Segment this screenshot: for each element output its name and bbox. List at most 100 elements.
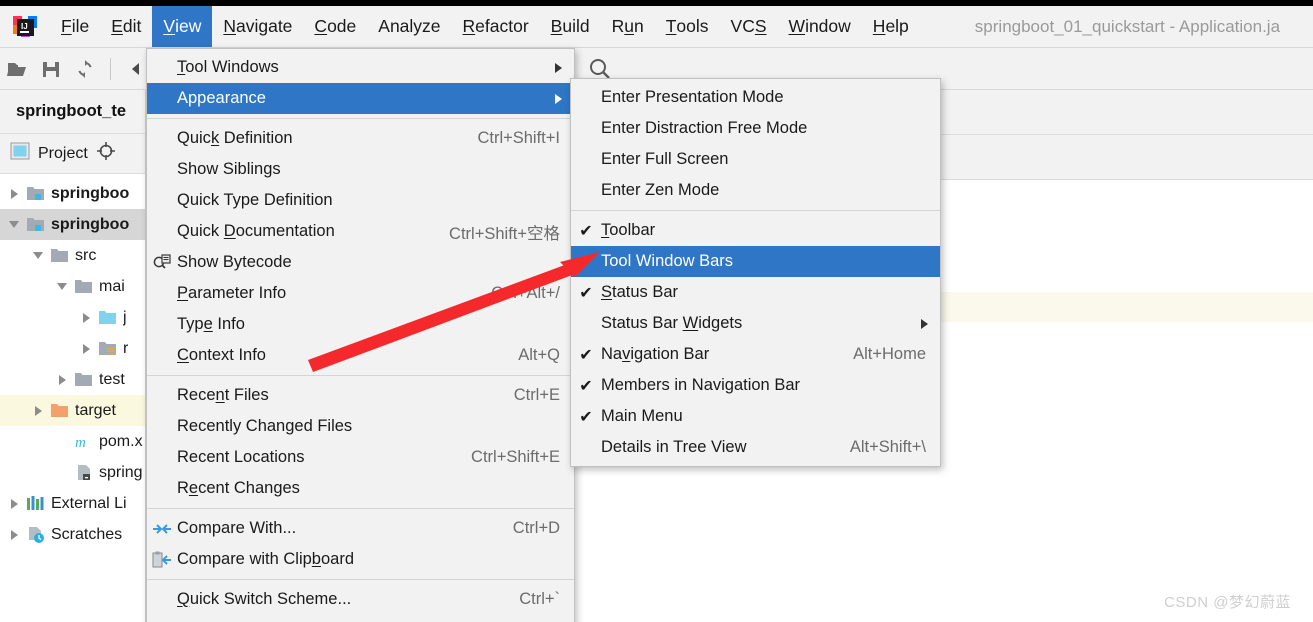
main-menu-bar: IJ File Edit View Navigate Code Analyze Refact… (0, 6, 1313, 48)
save-all-icon[interactable] (34, 54, 68, 84)
menu-bar-navigate[interactable]: Navigate (212, 6, 303, 47)
menu-item-label: Quick Definition (177, 129, 293, 147)
chevron-right-icon[interactable] (4, 529, 24, 540)
svg-text:IJ: IJ (21, 22, 28, 31)
menu-item-details-in-tree-view[interactable]: Details in Tree View Alt+Shift+\ (571, 432, 940, 463)
menu-bar-tools[interactable]: Tools (655, 6, 720, 47)
tree-node-springboo[interactable]: springboo (0, 209, 145, 240)
menu-bar-view[interactable]: View (152, 6, 213, 47)
menu-item-enter-zen-mode[interactable]: Enter Zen Mode (571, 175, 940, 206)
menu-bar-vcs[interactable]: VC S (720, 6, 778, 47)
menu-item-active-editor[interactable]: Active Editor (147, 615, 574, 622)
tree-node-label: mai (99, 277, 125, 295)
menu-item-label: Enter Presentation Mode (601, 88, 784, 106)
chevron-right-icon[interactable] (28, 405, 48, 416)
menu-bar-run[interactable]: Run (601, 6, 655, 47)
menu-item-quick-documentation[interactable]: Quick Documentation Ctrl+Shift+空格 (147, 216, 574, 247)
open-folder-icon[interactable] (0, 54, 34, 84)
tree-node-external-li[interactable]: External Li (0, 488, 145, 519)
tree-node-target[interactable]: target (0, 395, 145, 426)
chevron-right-icon[interactable] (76, 312, 96, 323)
menu-item-label: Recent Locations (177, 448, 305, 466)
menu-item-label: Main Menu (601, 407, 683, 425)
tree-node-springb[interactable]: springb (0, 457, 145, 488)
menu-item-compare-with-clipboard[interactable]: Compare with Clipboard (147, 544, 574, 575)
scroll-from-source-icon[interactable] (96, 141, 116, 166)
menu-item-label: Context Info (177, 346, 266, 364)
menu-item-show-bytecode[interactable]: Show Bytecode (147, 247, 574, 278)
tree-node-test[interactable]: test (0, 364, 145, 395)
menu-separator (147, 579, 574, 580)
menu-item-navigation-bar[interactable]: ✔ Navigation Bar Alt+Home (571, 339, 940, 370)
menu-bar-edit[interactable]: Edit (100, 6, 152, 47)
project-tree: springboo springboo src mai j r test target m pom… (0, 174, 145, 622)
menu-item-enter-distraction-free-mode[interactable]: Enter Distraction Free Mode (571, 113, 940, 144)
tree-node-j[interactable]: j (0, 302, 145, 333)
menu-item-quick-definition[interactable]: Quick Definition Ctrl+Shift+I (147, 123, 574, 154)
chevron-down-icon[interactable] (52, 283, 72, 290)
menu-item-quick-type-definition[interactable]: Quick Type Definition (147, 185, 574, 216)
menu-item-label: Compare With... (177, 519, 297, 537)
tree-node-src[interactable]: src (0, 240, 145, 271)
menu-item-context-info[interactable]: Context Info Alt+Q (147, 340, 574, 371)
sync-refresh-icon[interactable] (68, 54, 102, 84)
menu-item-recent-files[interactable]: Recent Files Ctrl+E (147, 380, 574, 411)
module-folder-icon (24, 185, 46, 202)
menu-item-shortcut: Ctrl+Shift+空格 (449, 224, 560, 243)
chevron-down-icon[interactable] (28, 252, 48, 259)
svg-text:m: m (75, 435, 86, 450)
menu-item-parameter-info[interactable]: Parameter Info Ctrl+Alt+/ (147, 278, 574, 309)
menu-item-label: Quick Switch Scheme... (177, 590, 352, 608)
tree-node-pom-xm[interactable]: m pom.xm (0, 426, 145, 457)
watermark-text: CSDN @梦幻蔚蓝 (1164, 594, 1291, 611)
menu-item-appearance[interactable]: Appearance (147, 83, 574, 114)
intellij-idea-window: IJ File Edit View Navigate Code Analyze Refact… (0, 0, 1313, 622)
project-panel-header: springboot_te (0, 90, 145, 134)
scratches-icon (24, 526, 46, 543)
menu-item-shortcut: Ctrl+E (513, 386, 560, 404)
chevron-right-icon[interactable] (52, 374, 72, 385)
tree-node-mai[interactable]: mai (0, 271, 145, 302)
menu-item-recent-locations[interactable]: Recent Locations Ctrl+Shift+E (147, 442, 574, 473)
tree-node-r[interactable]: r (0, 333, 145, 364)
menu-item-compare-with[interactable]: Compare With... Ctrl+D (147, 513, 574, 544)
checkmark-icon: ✔ (579, 346, 593, 364)
menu-bar-window[interactable]: Window (778, 6, 862, 47)
menu-item-quick-switch-scheme[interactable]: Quick Switch Scheme... Ctrl+` (147, 584, 574, 615)
menu-bar-code[interactable]: Code (303, 6, 367, 47)
menu-item-label: Enter Distraction Free Mode (601, 119, 808, 137)
tree-node-label: Scratches (51, 525, 123, 543)
tree-node-scratches[interactable]: Scratches (0, 519, 145, 550)
menu-item-enter-full-screen[interactable]: Enter Full Screen (571, 144, 940, 175)
menu-item-recently-changed-files[interactable]: Recently Changed Files (147, 411, 574, 442)
checkmark-icon: ✔ (579, 408, 593, 426)
chevron-right-icon[interactable] (76, 343, 96, 354)
menu-item-status-bar-widgets[interactable]: Status Bar Widgets (571, 308, 940, 339)
menu-item-recent-changes[interactable]: Recent Changes (147, 473, 574, 504)
project-panel-toolbar: Project (0, 134, 145, 174)
menu-item-status-bar[interactable]: ✔ Status Bar (571, 277, 940, 308)
menu-bar-refactor[interactable]: Refactor (452, 6, 540, 47)
menu-item-tool-windows[interactable]: Tool Windows (147, 52, 574, 83)
menu-item-enter-presentation-mode[interactable]: Enter Presentation Mode (571, 82, 940, 113)
menu-item-shortcut: Ctrl+` (519, 590, 560, 608)
chevron-down-icon[interactable] (4, 221, 24, 228)
menu-item-main-menu[interactable]: ✔ Main Menu (571, 401, 940, 432)
project-view-icon[interactable] (10, 142, 30, 165)
menu-bar-file[interactable]: File (50, 6, 100, 47)
menu-item-tool-window-bars[interactable]: Tool Window Bars (571, 246, 940, 277)
chevron-right-icon[interactable] (4, 188, 24, 199)
menu-item-show-siblings[interactable]: Show Siblings (147, 154, 574, 185)
source-root-icon (96, 309, 118, 326)
chevron-right-icon[interactable] (4, 498, 24, 509)
menu-bar-build[interactable]: Build (540, 6, 601, 47)
menu-bar-help[interactable]: Help (862, 6, 920, 47)
menu-item-toolbar[interactable]: ✔ Toolbar (571, 215, 940, 246)
project-tab-label[interactable]: Project (38, 145, 88, 163)
tree-node-springboo[interactable]: springboo (0, 178, 145, 209)
menu-item-members-in-navigation-bar[interactable]: ✔ Members in Navigation Bar (571, 370, 940, 401)
menu-item-type-info[interactable]: Type Info (147, 309, 574, 340)
menu-item-label: Tool Windows (177, 58, 279, 76)
menu-bar-analyze[interactable]: Analyze (367, 6, 451, 47)
menu-item-label: Show Siblings (177, 160, 281, 178)
